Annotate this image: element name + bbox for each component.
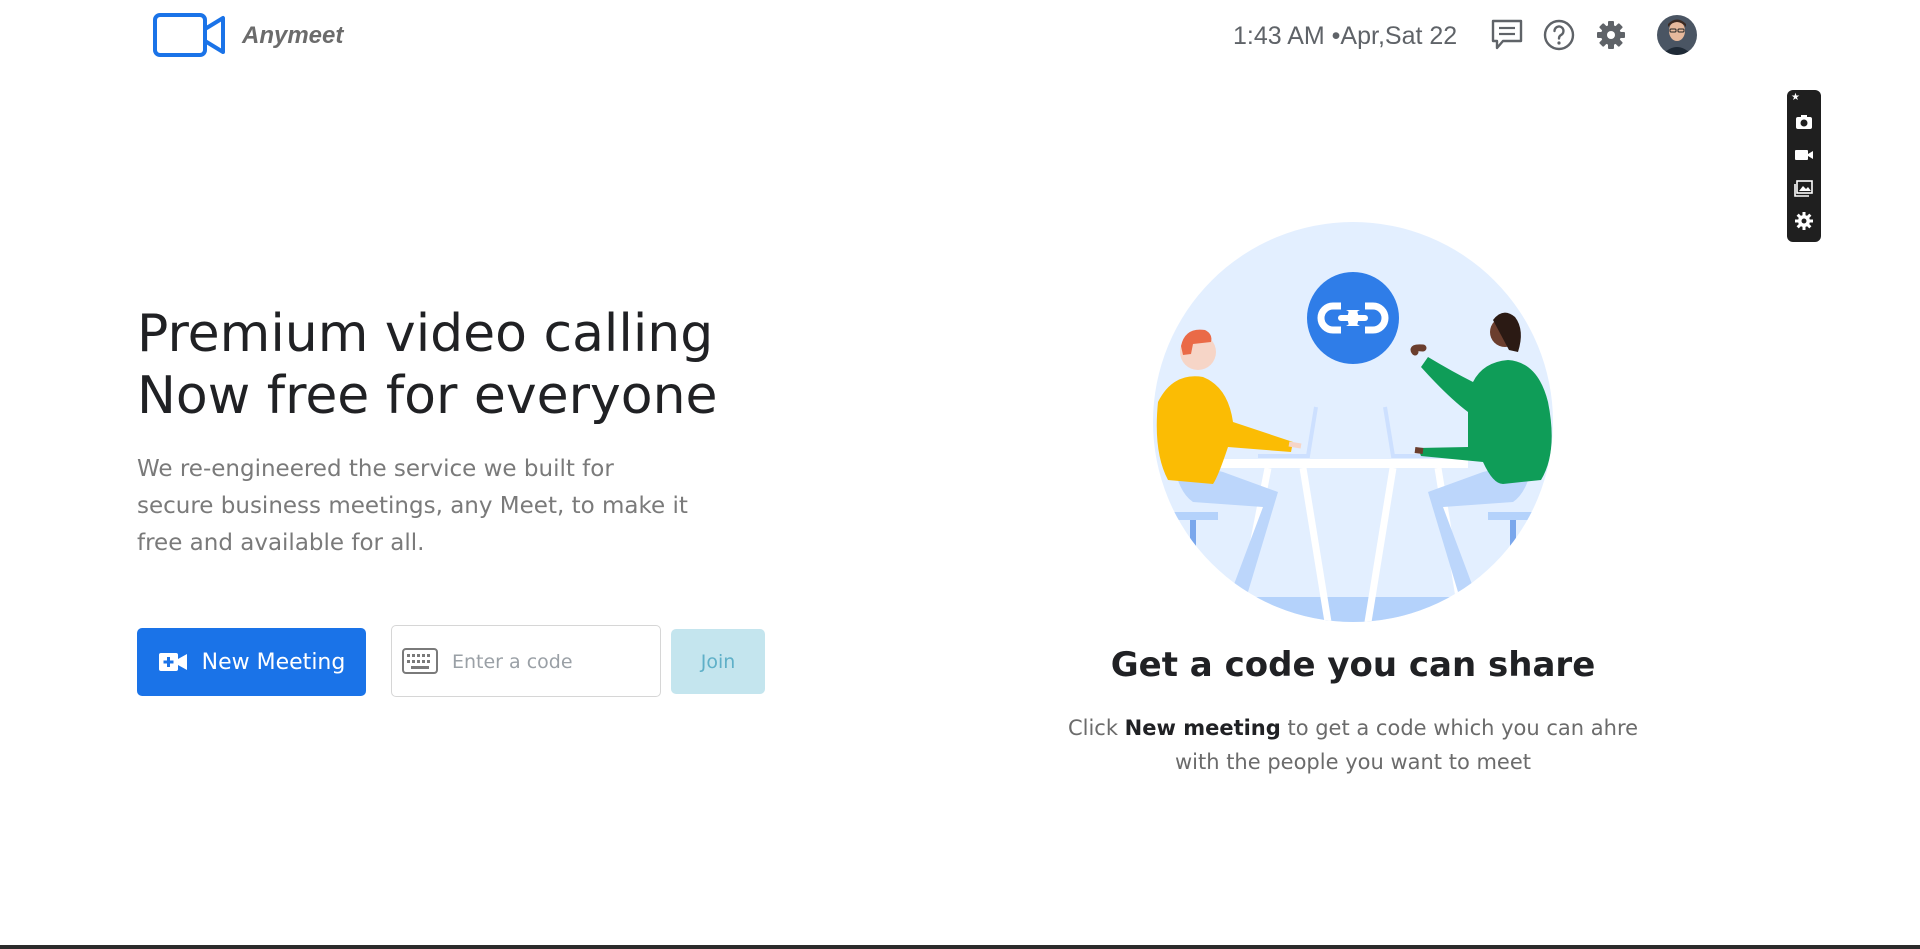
meeting-code-field[interactable] xyxy=(391,625,661,698)
new-meeting-label: New Meeting xyxy=(201,649,346,675)
pin-icon[interactable]: ★ xyxy=(1791,92,1800,103)
brand-name: Anymeet xyxy=(242,22,344,49)
keyboard-icon xyxy=(402,648,438,674)
share-code-description: Click New meeting to get a code which yo… xyxy=(1060,711,1646,779)
desc-prefix: Click xyxy=(1067,716,1125,740)
meeting-code-input[interactable] xyxy=(450,626,654,698)
video-icon[interactable] xyxy=(1794,145,1814,165)
new-meeting-button[interactable]: New Meeting xyxy=(137,628,366,696)
share-code-title: Get a code you can share xyxy=(1110,645,1596,685)
settings-icon[interactable] xyxy=(1794,211,1814,231)
hero-title-line-1: Premium video calling xyxy=(137,304,714,364)
bottom-divider xyxy=(0,945,1920,949)
join-button[interactable]: Join xyxy=(671,629,765,694)
current-datetime: 1:43 AM •Apr,Sat 22 xyxy=(1233,22,1458,50)
hero-description: We re-engineered the service we built fo… xyxy=(137,456,688,556)
camera-icon[interactable] xyxy=(1794,112,1814,132)
help-icon[interactable] xyxy=(1541,17,1577,53)
hero-title-line-2: Now free for everyone xyxy=(137,366,718,426)
user-avatar[interactable] xyxy=(1657,15,1697,55)
gallery-icon[interactable] xyxy=(1794,178,1814,198)
feedback-icon[interactable] xyxy=(1489,17,1525,53)
floating-capture-toolbar: ★ xyxy=(1787,90,1821,242)
desc-highlight: New meeting xyxy=(1124,716,1281,740)
hero-title: Premium video calling Now free for every… xyxy=(137,303,718,427)
video-camera-logo-icon xyxy=(153,13,225,57)
meeting-illustration xyxy=(1153,222,1553,622)
video-add-icon xyxy=(158,653,187,671)
settings-icon[interactable] xyxy=(1593,17,1629,53)
